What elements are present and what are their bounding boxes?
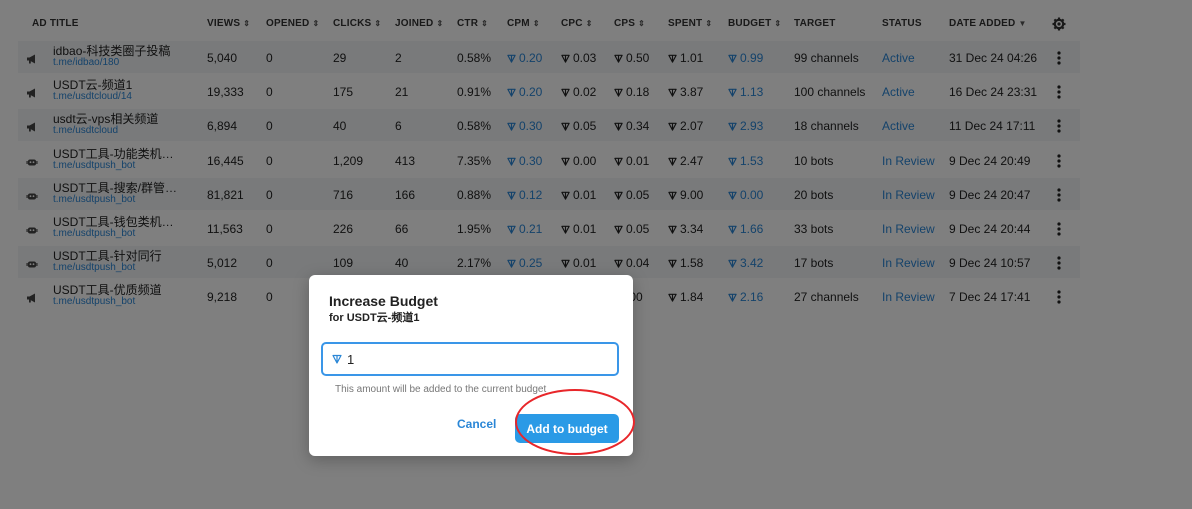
cancel-button[interactable]: Cancel — [457, 417, 496, 431]
budget-amount-input[interactable] — [347, 349, 607, 369]
dialog-subtitle: for USDT云-频道1 — [329, 312, 420, 324]
dialog-hint: This amount will be added to the current… — [335, 384, 547, 395]
increase-budget-dialog: Increase Budget for USDT云-频道1 This amoun… — [309, 275, 633, 456]
ton-icon — [332, 354, 342, 364]
add-to-budget-button[interactable]: Add to budget — [515, 414, 619, 443]
budget-amount-field[interactable] — [321, 342, 619, 376]
dialog-title: Increase Budget — [329, 293, 438, 309]
